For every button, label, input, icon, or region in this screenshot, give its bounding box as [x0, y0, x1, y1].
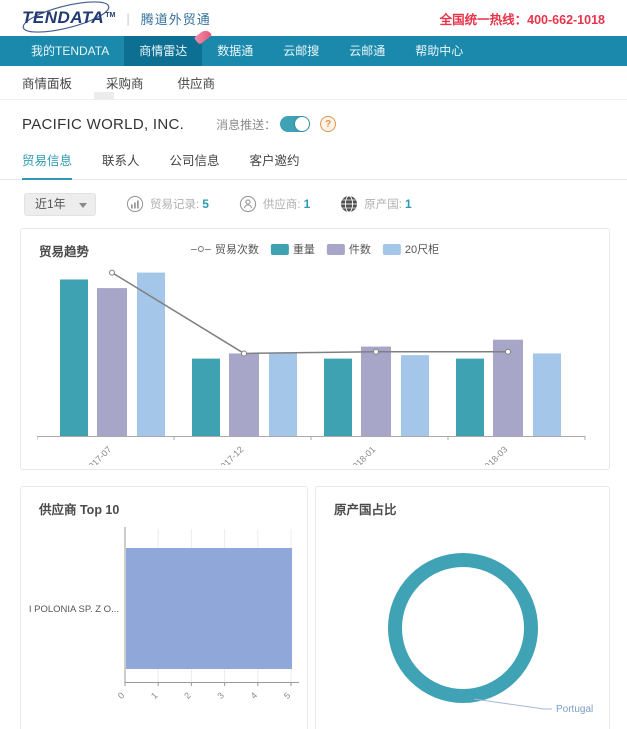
- weight-swatch-icon: [271, 244, 289, 255]
- nav-item-help-center[interactable]: 帮助中心: [400, 36, 478, 66]
- legend-label: 重量: [293, 241, 315, 257]
- supplier-top10-panel: 供应商 Top 10 PINI POLONIA SP. Z O... 0 1 2 3 4 5: [20, 486, 308, 729]
- filter-row: 近1年 贸易记录: 5 供应商: 1 原产国: 1: [0, 192, 627, 216]
- pieces-swatch-icon: [327, 244, 345, 255]
- svg-text:Portugal: Portugal: [556, 704, 593, 715]
- stat-value: 5: [202, 197, 209, 211]
- subnav-item-panel[interactable]: 商情面板: [22, 73, 72, 92]
- svg-text:2: 2: [182, 690, 193, 701]
- subnav-item-suppliers[interactable]: 供应商: [178, 73, 216, 92]
- header-divider: |: [126, 11, 129, 26]
- legend-label: 20尺柜: [405, 241, 439, 257]
- bottom-row: 供应商 Top 10 PINI POLONIA SP. Z O... 0 1 2 3 4 5…: [20, 486, 610, 729]
- stat-suppliers: 供应商: 1: [239, 195, 310, 213]
- tab-contacts[interactable]: 联系人: [102, 150, 140, 179]
- menu-stub: [94, 92, 114, 100]
- tab-company-info[interactable]: 公司信息: [170, 150, 220, 179]
- tabs-bar: 贸易信息 联系人 公司信息 客户邀约: [0, 150, 627, 180]
- legend-item-trade-count[interactable]: 贸易次数: [191, 241, 259, 257]
- trend-legend: 贸易次数 重量 件数 20尺柜: [191, 241, 439, 257]
- help-icon[interactable]: ?: [320, 116, 336, 132]
- legend-item-teu[interactable]: 20尺柜: [383, 241, 439, 257]
- svg-text:2017-07: 2017-07: [83, 444, 113, 465]
- stat-origin-countries: 原产国: 1: [340, 195, 411, 213]
- trade-trend-chart: 2017-07 2017-12 2018-01 2018-03: [37, 259, 593, 465]
- stat-trade-records: 贸易记录: 5: [126, 195, 209, 213]
- subnav-item-buyers[interactable]: 采购商: [106, 73, 144, 92]
- nav-item-cloud-mail-search[interactable]: 云邮搜: [268, 36, 334, 66]
- logo-text: TENDATA: [22, 8, 104, 28]
- globe-icon: [340, 195, 358, 213]
- svg-text:3: 3: [215, 690, 226, 701]
- time-range-value: 近1年: [35, 197, 66, 211]
- logo-trademark: TM: [105, 12, 115, 19]
- trade-trend-panel: 贸易趋势 贸易次数 重量 件数 20尺柜 2017-07 2017-12 2018-…: [20, 228, 610, 470]
- origin-share-panel: 原产国占比 Portugal: [315, 486, 610, 729]
- sub-nav: 商情面板 采购商 供应商: [0, 66, 627, 100]
- tendata-logo[interactable]: TENDATA TM: [22, 8, 115, 28]
- stat-label: 供应商:: [263, 196, 301, 212]
- line-marker-icon: [191, 246, 211, 252]
- svg-text:0: 0: [116, 690, 127, 701]
- tab-customer-invite[interactable]: 客户邀约: [250, 150, 300, 179]
- trade-trend-title: 贸易趋势: [39, 241, 89, 260]
- legend-item-weight[interactable]: 重量: [271, 241, 315, 257]
- nav-item-cloud-mail[interactable]: 云邮通: [334, 36, 400, 66]
- push-label: 消息推送：: [216, 116, 276, 133]
- trade-records-icon: [126, 195, 144, 213]
- stat-label: 贸易记录:: [150, 196, 199, 212]
- product-name: 腾道外贸通: [141, 9, 211, 28]
- nav-item-data-tong[interactable]: 数据通: [202, 36, 268, 66]
- stat-label: 原产国:: [364, 196, 402, 212]
- svg-text:4: 4: [249, 690, 260, 701]
- stat-value: 1: [405, 197, 412, 211]
- time-range-select[interactable]: 近1年: [24, 193, 96, 216]
- company-name: PACIFIC WORLD, INC.: [22, 116, 184, 133]
- legend-label: 件数: [349, 241, 371, 257]
- hotline-text: 全国统一热线：400-662-1018: [440, 9, 605, 28]
- legend-label: 贸易次数: [215, 241, 259, 257]
- stat-value: 1: [304, 197, 311, 211]
- legend-item-pieces[interactable]: 件数: [327, 241, 371, 257]
- svg-text:2017-12: 2017-12: [215, 444, 245, 465]
- supplier-icon: [239, 195, 257, 213]
- svg-text:PINI POLONIA SP. Z O...: PINI POLONIA SP. Z O...: [29, 604, 119, 615]
- svg-text:1: 1: [149, 690, 160, 701]
- nav-item-business-radar[interactable]: 商情雷达: [124, 36, 202, 66]
- svg-text:2018-01: 2018-01: [347, 444, 377, 465]
- svg-text:2018-03: 2018-03: [479, 444, 509, 465]
- toggle-knob: [295, 117, 309, 131]
- supplier-top10-chart: PINI POLONIA SP. Z O... 0 1 2 3 4 5: [29, 519, 305, 729]
- svg-text:5: 5: [282, 690, 293, 701]
- company-row: PACIFIC WORLD, INC. 消息推送： ?: [0, 112, 627, 136]
- message-push-toggle[interactable]: [280, 116, 310, 132]
- caret-down-icon: [79, 203, 87, 208]
- main-nav: 我的TENDATA 商情雷达 数据通 云邮搜 云邮通 帮助中心: [0, 36, 627, 66]
- top-header: TENDATA TM | 腾道外贸通 全国统一热线：400-662-1018: [0, 0, 627, 36]
- tab-trade-info[interactable]: 贸易信息: [22, 150, 72, 180]
- origin-share-chart: Portugal: [316, 487, 609, 729]
- nav-item-my-tendata[interactable]: 我的TENDATA: [16, 36, 124, 66]
- teu-swatch-icon: [383, 244, 401, 255]
- supplier-top10-title: 供应商 Top 10: [39, 499, 119, 518]
- nav-item-label: 商情雷达: [139, 44, 187, 58]
